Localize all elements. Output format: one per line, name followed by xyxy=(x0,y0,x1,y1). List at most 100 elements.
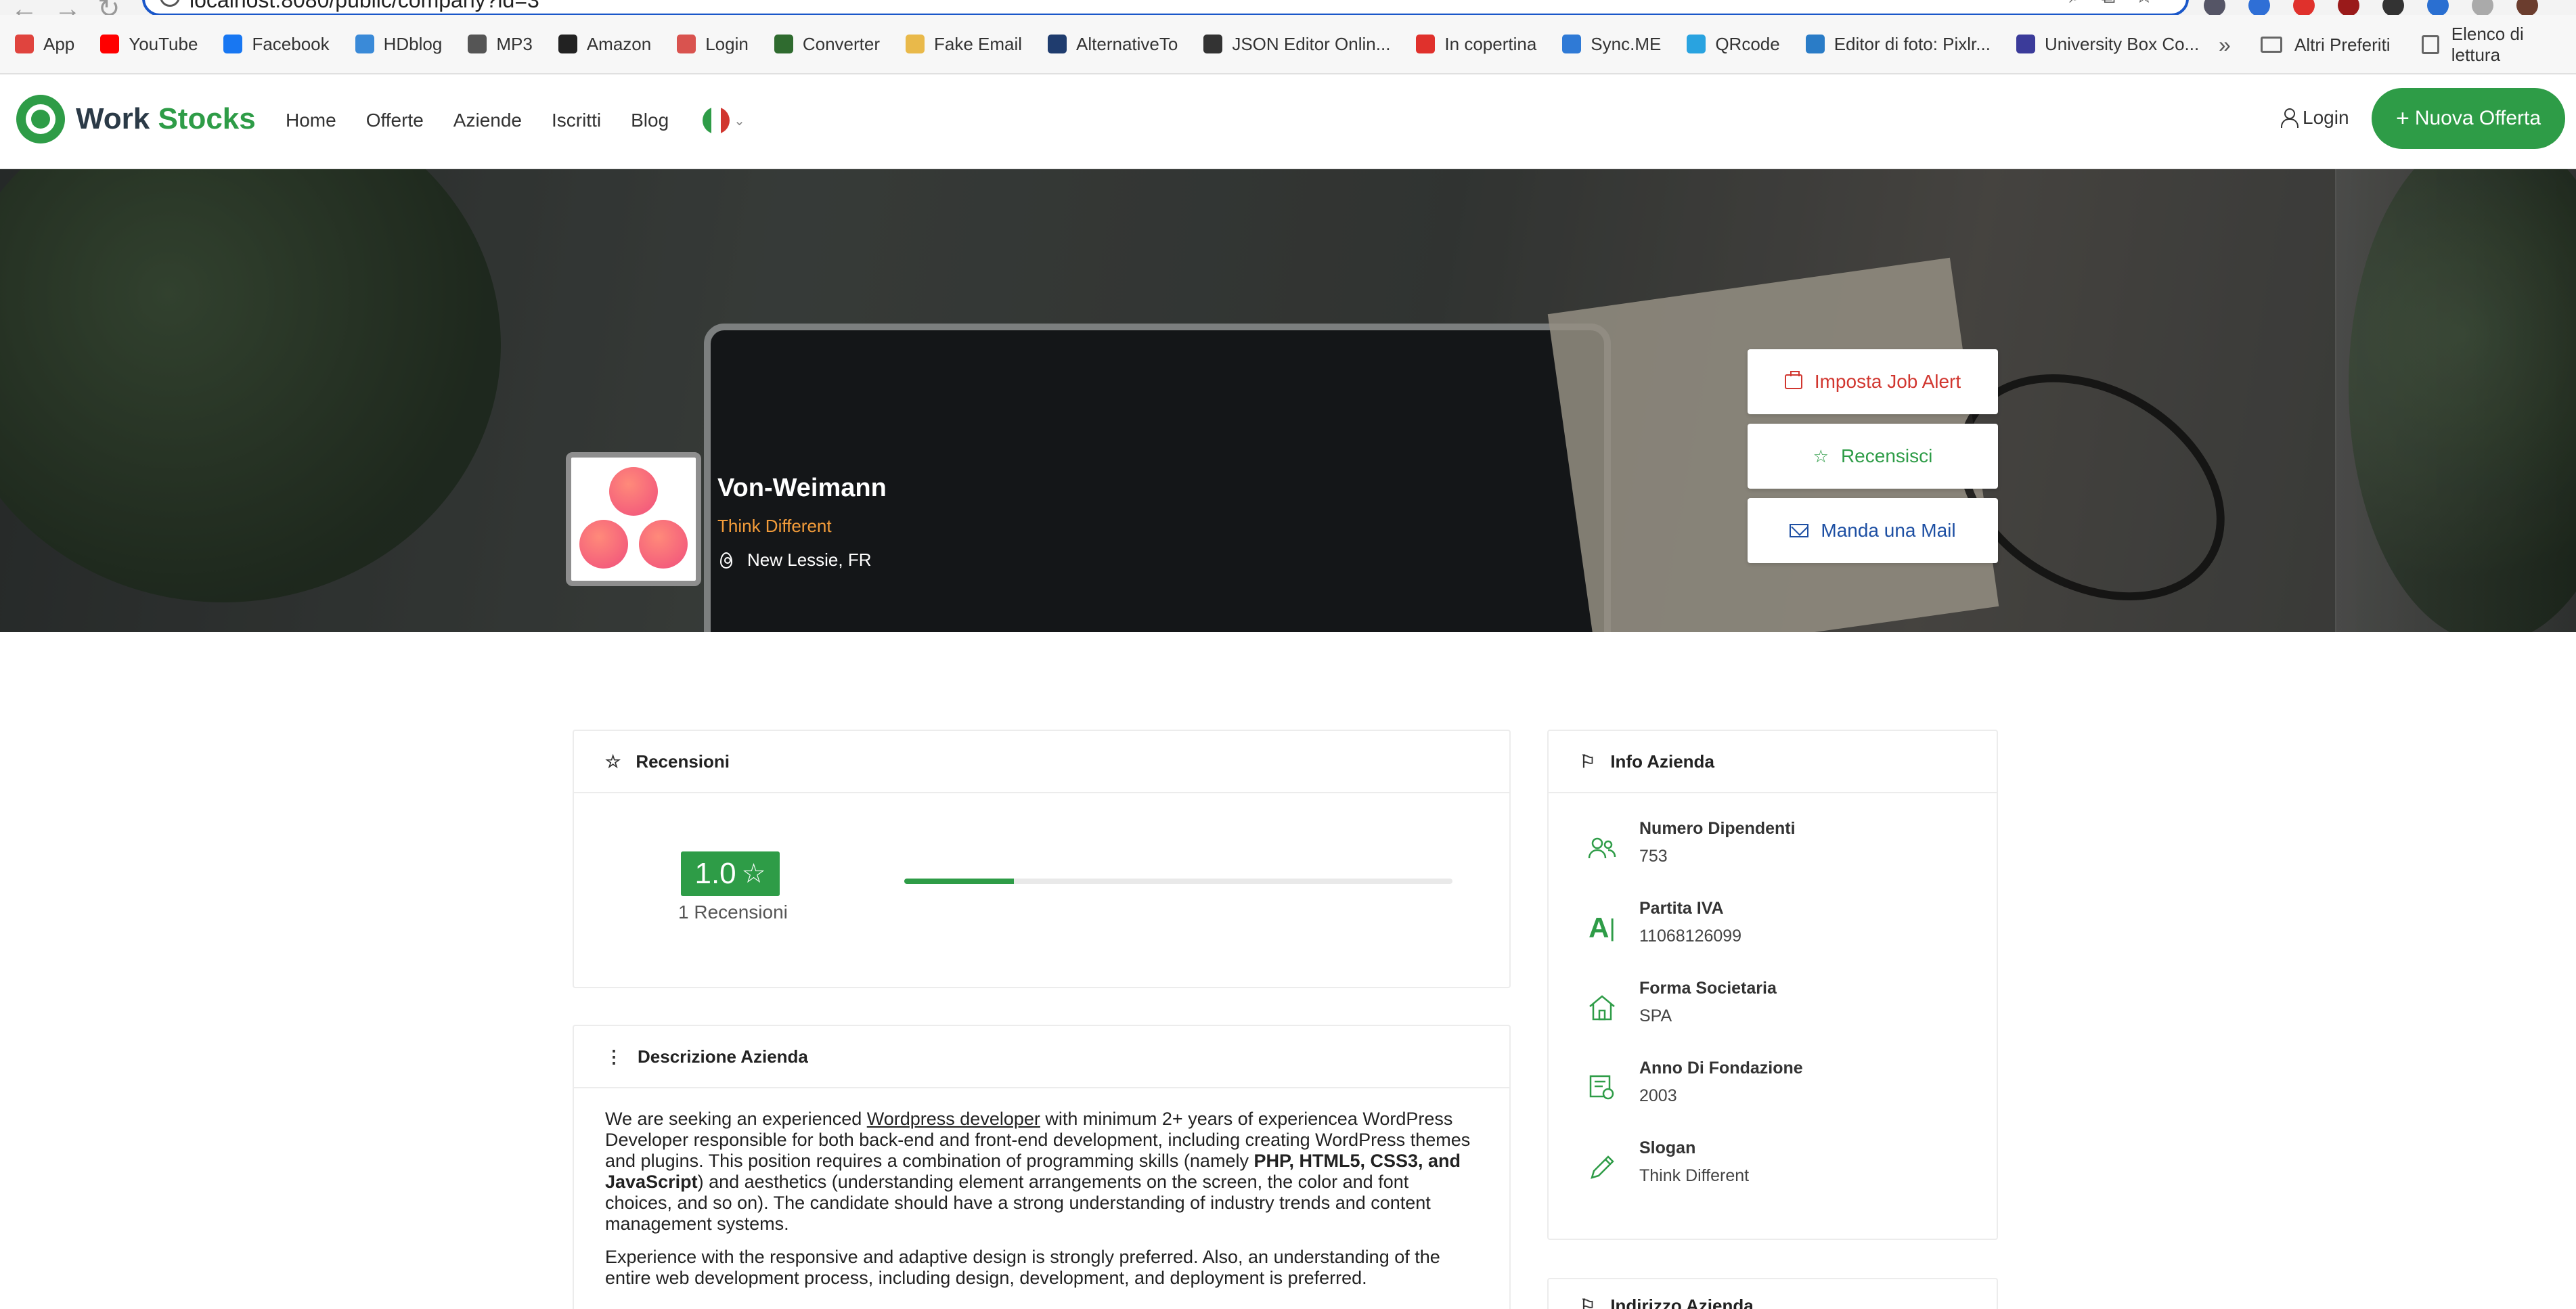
bookmark-item[interactable]: YouTube xyxy=(100,34,198,55)
bookmark-favicon-icon xyxy=(2016,35,2035,53)
extension-icon[interactable] xyxy=(2382,0,2404,16)
bookmark-label: Facebook xyxy=(252,33,330,54)
bookmark-item[interactable]: Sync.ME xyxy=(1562,34,1661,55)
login-label: Login xyxy=(2303,107,2349,128)
description-title: Descrizione Azienda xyxy=(638,1046,808,1067)
send-mail-label: Manda una Mail xyxy=(1821,520,1956,541)
bookmark-favicon-icon xyxy=(1687,35,1706,53)
bookmark-label: Login xyxy=(705,33,749,54)
review-button[interactable]: ☆ Recensisci xyxy=(1748,424,1998,489)
bookmark-favicon-icon xyxy=(1048,35,1067,53)
bookmark-favicon-icon xyxy=(1562,35,1582,53)
bookmark-item[interactable]: HDblog xyxy=(355,34,442,55)
bookmark-item[interactable]: Editor di foto: Pixlr... xyxy=(1805,33,1991,55)
reading-list[interactable]: Elenco di lettura xyxy=(2422,15,2576,74)
extension-icon[interactable] xyxy=(2204,0,2225,16)
bookmark-item[interactable]: In copertina xyxy=(1416,34,1536,55)
bookmark-item[interactable]: Facebook xyxy=(223,33,330,55)
reading-list-label: Elenco di lettura xyxy=(2451,24,2524,65)
bookmark-item[interactable]: AlternativeTo xyxy=(1048,34,1178,55)
text-a-icon: A | xyxy=(1589,912,1616,944)
send-mail-button[interactable]: Manda una Mail xyxy=(1748,498,1998,563)
plus-icon: + xyxy=(2395,105,2410,131)
bookmark-favicon-icon xyxy=(677,35,696,53)
extension-icon[interactable] xyxy=(2427,0,2449,16)
info-row-vat: A | Partita IVA 11068126099 xyxy=(1586,899,1741,946)
chevron-down-icon[interactable]: ⌄ xyxy=(734,112,745,129)
info-label: Slogan xyxy=(1639,1138,1696,1157)
logo-icon xyxy=(16,95,65,143)
info-label: Numero Dipendenti xyxy=(1639,819,1796,838)
bookmark-item[interactable]: MP3 xyxy=(468,34,533,55)
bookmark-item[interactable]: Login xyxy=(677,34,749,55)
bookmark-label: Fake Email xyxy=(933,33,1023,54)
bookmark-item[interactable]: JSON Editor Onlin... xyxy=(1203,34,1390,55)
nav-blog[interactable]: Blog xyxy=(631,110,669,131)
logo-text-work: Work xyxy=(76,102,150,135)
envelope-icon xyxy=(1790,524,1809,537)
users-icon xyxy=(1586,833,1618,864)
bookmarks-overflow-button[interactable]: » xyxy=(2219,32,2231,58)
description-text: ) and aesthetics (understanding element … xyxy=(605,1172,1431,1234)
company-info-header: ⚐ Info Azienda xyxy=(1549,731,1997,793)
nav-aziende[interactable]: Aziende xyxy=(453,110,522,131)
review-count: 1 Recensioni xyxy=(678,902,788,923)
bookmark-favicon-icon xyxy=(905,35,925,53)
bookmark-favicon-icon xyxy=(774,35,793,53)
bookmark-label: University Box Co... xyxy=(2044,33,2200,54)
signpost-icon: ⚐ xyxy=(1580,751,1596,772)
site-header: Work Stocks Home Offerte Aziende Iscritt… xyxy=(0,74,2576,169)
extension-icon[interactable] xyxy=(2338,0,2359,16)
bookmark-item[interactable]: App xyxy=(15,34,74,55)
bookmark-label: In copertina xyxy=(1444,33,1537,54)
extension-icon[interactable] xyxy=(2293,0,2315,16)
address-bar-actions[interactable]: ⌕⧉☆ xyxy=(2069,0,2173,8)
description-paragraph: We are seeking an experienced Wordpress … xyxy=(605,1109,1478,1235)
company-slogan: Think Different xyxy=(717,516,832,536)
nav-home[interactable]: Home xyxy=(286,110,336,131)
bookmark-item[interactable]: QRcode xyxy=(1687,34,1780,55)
description-card-header: ⋮ Descrizione Azienda xyxy=(574,1026,1509,1088)
puzzle-icon[interactable] xyxy=(2472,0,2493,16)
other-bookmarks-label: Altri Preferiti xyxy=(2294,34,2391,55)
logo-text: Work Stocks xyxy=(76,102,256,136)
other-bookmarks-folder[interactable]: Altri Preferiti xyxy=(2261,15,2391,74)
reading-list-icon xyxy=(2422,35,2439,54)
signpost-icon: ⚐ xyxy=(1580,1295,1596,1309)
main-nav: Home Offerte Aziende Iscritti Blog ⌄ xyxy=(286,107,745,134)
extension-icon[interactable] xyxy=(2248,0,2270,16)
job-alert-label: Imposta Job Alert xyxy=(1814,371,1961,392)
login-link[interactable]: Login xyxy=(2281,107,2349,129)
language-flag-icon[interactable] xyxy=(703,107,730,134)
bookmark-item[interactable]: Amazon xyxy=(558,34,651,55)
profile-avatar[interactable] xyxy=(2516,0,2538,16)
nav-offerte[interactable]: Offerte xyxy=(366,110,424,131)
info-label: Partita IVA xyxy=(1639,899,1724,918)
site-info-icon[interactable] xyxy=(160,0,180,7)
extension-icons[interactable] xyxy=(2204,0,2538,16)
address-bar[interactable]: localhost:8080/public/company?id=3 ⌕⧉☆ xyxy=(142,0,2189,16)
bookmark-label: Converter xyxy=(802,33,880,54)
bookmark-label: Editor di foto: Pixlr... xyxy=(1834,33,1991,54)
bookmark-favicon-icon xyxy=(100,35,120,53)
folder-icon xyxy=(2261,37,2282,53)
info-row-slogan: Slogan Think Different xyxy=(1586,1138,1749,1186)
wordpress-developer-link[interactable]: Wordpress developer xyxy=(867,1109,1040,1129)
bookmark-label: Amazon xyxy=(586,33,652,54)
star-icon: ☆ xyxy=(741,859,766,889)
info-label: Anno Di Fondazione xyxy=(1639,1059,1803,1078)
info-value: 753 xyxy=(1639,847,1668,866)
reviews-title: Recensioni xyxy=(636,751,730,772)
nav-iscritti[interactable]: Iscritti xyxy=(552,110,601,131)
job-alert-button[interactable]: Imposta Job Alert xyxy=(1748,349,1998,414)
home-icon xyxy=(1586,992,1618,1023)
site-logo[interactable]: Work Stocks xyxy=(16,95,256,143)
rating-value: 1.0 xyxy=(694,857,736,890)
new-offer-button[interactable]: + Nuova Offerta xyxy=(2372,88,2565,149)
bookmark-item[interactable]: Converter xyxy=(774,34,880,55)
bookmark-item[interactable]: University Box Co... xyxy=(2016,34,2199,55)
star-icon: ☆ xyxy=(1813,445,1829,466)
bookmark-favicon-icon xyxy=(468,35,487,53)
info-row-founded: Anno Di Fondazione 2003 xyxy=(1586,1059,1803,1106)
bookmark-item[interactable]: Fake Email xyxy=(905,33,1023,55)
